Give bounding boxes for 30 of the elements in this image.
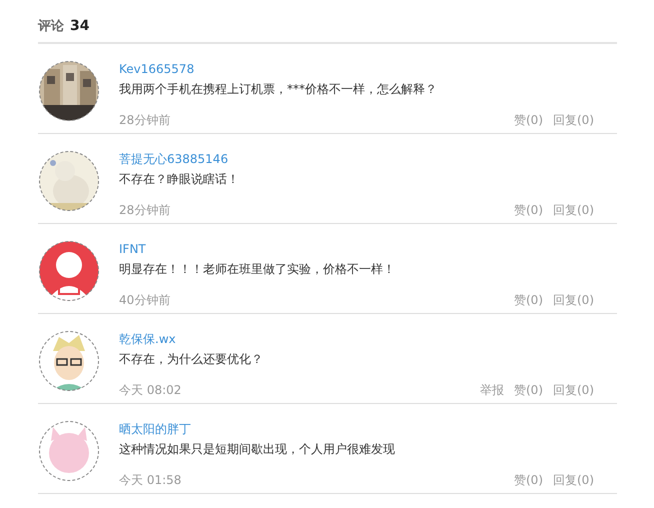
comment-text: 不存在，为什么还要优化？ bbox=[119, 351, 264, 367]
comment-action-link[interactable]: 回复(0) bbox=[553, 382, 594, 399]
avatar-icon bbox=[39, 331, 99, 391]
comment-text: 明显存在！！！老师在班里做了实验，价格不一样！ bbox=[119, 261, 396, 277]
username-link[interactable]: Kev1665578 bbox=[119, 61, 594, 77]
comment-text: 不存在？睁眼说瞎话！ bbox=[119, 171, 240, 187]
comment-time: 今天 08:02 bbox=[119, 382, 182, 399]
comment-action-link[interactable]: 赞(0) bbox=[514, 472, 543, 489]
comment-action-link[interactable]: 回复(0) bbox=[553, 472, 594, 489]
comment-text: 这种情况如果只是短期间歇出现，个人用户很难发现 bbox=[119, 441, 396, 457]
comments-heading: 评论 bbox=[38, 18, 64, 35]
comment-action-link[interactable]: 赞(0) bbox=[514, 202, 543, 219]
comment-text: 我用两个手机在携程上订机票，***价格不一样，怎么解释？ bbox=[119, 81, 438, 97]
comment-count: 34 bbox=[70, 18, 90, 34]
comment-action-link[interactable]: 赞(0) bbox=[514, 382, 543, 399]
avatar-icon bbox=[39, 421, 99, 481]
username-link[interactable]: 乾保保.wx bbox=[119, 331, 594, 347]
comment-action-link[interactable]: 回复(0) bbox=[553, 202, 594, 219]
comment-time: 40分钟前 bbox=[119, 292, 170, 309]
comment-action-link[interactable]: 回复(0) bbox=[553, 112, 594, 129]
comment-action-link[interactable]: 赞(0) bbox=[514, 292, 543, 309]
comment-time: 28分钟前 bbox=[119, 202, 170, 219]
comment-action-link[interactable]: 举报 bbox=[480, 382, 504, 399]
username-link[interactable]: IFNT bbox=[119, 241, 594, 257]
comment-action-link[interactable]: 赞(0) bbox=[514, 112, 543, 129]
comment-action-link[interactable]: 回复(0) bbox=[553, 292, 594, 309]
username-link[interactable]: 菩提无心63885146 bbox=[119, 151, 594, 167]
comment-time: 28分钟前 bbox=[119, 112, 170, 129]
username-link[interactable]: 晒太阳的胖丁 bbox=[119, 421, 594, 437]
comment-time: 今天 01:58 bbox=[119, 472, 182, 489]
